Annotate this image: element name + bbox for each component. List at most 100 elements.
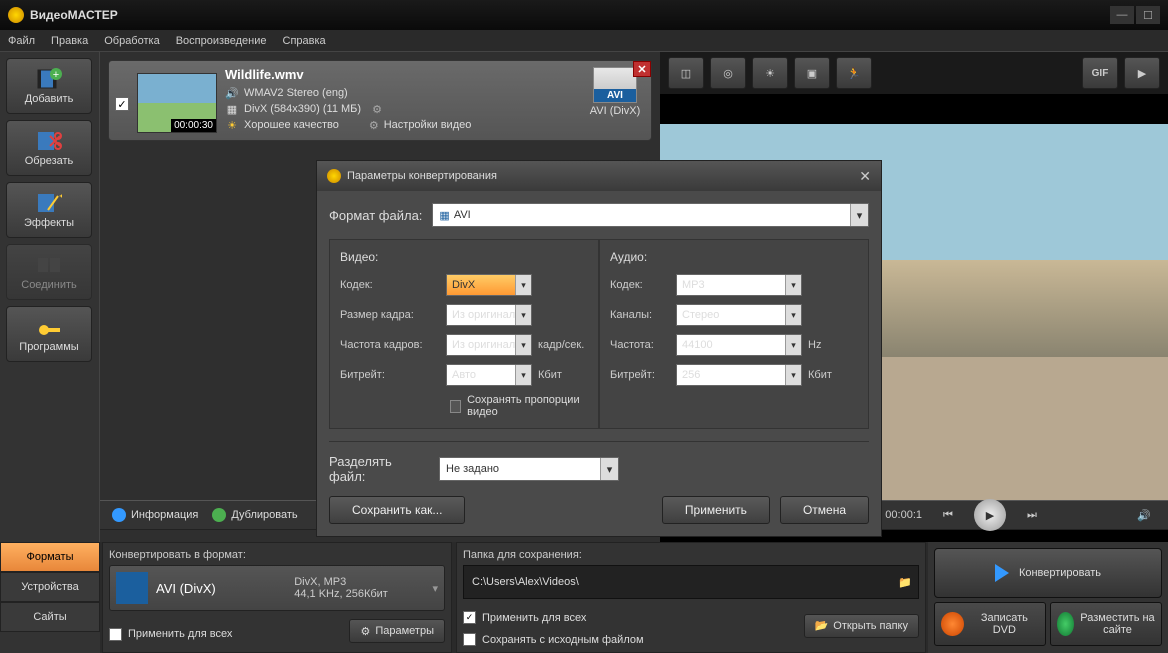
speed-icon[interactable]: 🏃	[836, 57, 872, 89]
audio-channels-select[interactable]: Стерео▾	[676, 304, 802, 326]
cancel-button[interactable]: Отмена	[780, 496, 869, 524]
file-checkbox[interactable]: ✓	[115, 97, 129, 111]
video-fps-select[interactable]: Из оригинала▾	[446, 334, 532, 356]
menu-edit[interactable]: Правка	[51, 35, 88, 47]
tab-devices[interactable]: Устройства	[0, 572, 100, 602]
chevron-down-icon: ▾	[850, 204, 868, 226]
volume-icon[interactable]: 🔊	[1132, 503, 1156, 527]
tab-sites[interactable]: Сайты	[0, 602, 100, 632]
format-selector[interactable]: AVI (DivX) DivX, MP3 44,1 KHz, 256Кбит ▾	[109, 565, 445, 611]
duplicate-button[interactable]: Дублировать	[212, 508, 297, 522]
action-section: Конвертировать Записать DVD Разместить н…	[928, 542, 1168, 653]
preview-toolbar: ◫ ◎ ☀ ▣ 🏃 GIF ▶	[660, 52, 1168, 94]
save-orig-checkbox[interactable]	[463, 633, 476, 646]
app-icon	[327, 169, 341, 183]
tab-formats[interactable]: Форматы	[0, 542, 100, 572]
file-row[interactable]: ✓ 00:00:30 Wildlife.wmv 🔊WMAV2 Stereo (e…	[108, 60, 652, 141]
export-icon[interactable]: ▶	[1124, 57, 1160, 89]
sun-icon: ☀	[225, 118, 239, 132]
speaker-icon: 🔊	[225, 86, 239, 100]
prev-button[interactable]: ⏮	[936, 503, 960, 527]
parameters-button[interactable]: ⚙Параметры	[349, 619, 445, 643]
video-bitrate-select[interactable]: Авто▾	[446, 364, 532, 386]
svg-text:✦: ✦	[58, 192, 62, 203]
time-display: 00:00:1	[885, 509, 922, 521]
maximize-button[interactable]: ☐	[1136, 6, 1160, 24]
dialog-titlebar[interactable]: Параметры конвертирования ✕	[317, 161, 881, 191]
format-select[interactable]: ▦AVI▾	[432, 203, 869, 227]
save-path-input[interactable]: C:\Users\Alex\Videos\ 📁	[463, 565, 919, 599]
sidebar-effects[interactable]: ✦ Эффекты	[6, 182, 92, 238]
chevron-down-icon: ▾	[785, 305, 801, 325]
svg-text:+: +	[53, 69, 59, 81]
folder-open-icon: 📂	[815, 619, 829, 632]
video-size-select[interactable]: Из оригинала▾	[446, 304, 532, 326]
video-settings-link[interactable]: Настройки видео	[384, 119, 472, 131]
menubar: Файл Правка Обработка Воспроизведение Сп…	[0, 30, 1168, 52]
gif-button[interactable]: GIF	[1082, 57, 1118, 89]
duplicate-icon	[212, 508, 226, 522]
apply-all-checkbox[interactable]	[109, 628, 122, 641]
save-section: Папка для сохранения: C:\Users\Alex\Vide…	[456, 542, 926, 653]
gear-icon[interactable]: ⚙	[372, 103, 382, 116]
chevron-down-icon: ▾	[515, 335, 531, 355]
apply-all-2-checkbox[interactable]: ✓	[463, 611, 476, 624]
video-codec-select[interactable]: DivX▾	[446, 274, 532, 296]
file-remove-button[interactable]: ✕	[633, 61, 651, 77]
sidebar-programs[interactable]: Программы	[6, 306, 92, 362]
output-format-icon[interactable]: AVI	[593, 67, 637, 103]
crop-icon[interactable]: ◫	[668, 57, 704, 89]
sidebar-join[interactable]: Соединить	[6, 244, 92, 300]
minimize-button[interactable]: —	[1110, 6, 1134, 24]
film-icon: ▦	[225, 102, 239, 116]
conversion-params-dialog: Параметры конвертирования ✕ Формат файла…	[316, 160, 882, 537]
app-icon	[8, 7, 24, 23]
convert-button[interactable]: Конвертировать	[934, 548, 1162, 598]
menu-process[interactable]: Обработка	[104, 35, 159, 47]
folder-icon[interactable]: 📁	[898, 576, 912, 589]
keep-aspect-checkbox[interactable]	[450, 400, 461, 413]
save-as-button[interactable]: Сохранить как...	[329, 496, 465, 524]
dialog-title: Параметры конвертирования	[347, 170, 497, 182]
info-button[interactable]: Информация	[112, 508, 198, 522]
burn-dvd-button[interactable]: Записать DVD	[934, 602, 1046, 646]
split-select[interactable]: Не задано▾	[439, 457, 619, 481]
key-icon	[35, 315, 63, 339]
enhance-icon[interactable]: ◎	[710, 57, 746, 89]
next-button[interactable]: ⏭	[1020, 503, 1044, 527]
chevron-down-icon: ▾	[515, 275, 531, 295]
play-button[interactable]: ▶	[974, 499, 1006, 531]
file-duration: 00:00:30	[171, 119, 216, 132]
play-icon	[995, 564, 1009, 582]
sidebar-add[interactable]: + Добавить	[6, 58, 92, 114]
wand-icon: ✦	[35, 191, 63, 215]
app-title: ВидеоМАСТЕР	[30, 8, 118, 22]
sidebar-trim[interactable]: Обрезать	[6, 120, 92, 176]
chevron-down-icon: ▾	[515, 365, 531, 385]
audio-freq-select[interactable]: 44100▾	[676, 334, 802, 356]
menu-help[interactable]: Справка	[283, 35, 326, 47]
chevron-down-icon: ▾	[515, 305, 531, 325]
audio-bitrate-select[interactable]: 256▾	[676, 364, 802, 386]
titlebar: ВидеоМАСТЕР — ☐	[0, 0, 1168, 30]
audio-codec-select[interactable]: MP3▾	[676, 274, 802, 296]
brightness-icon[interactable]: ☀	[752, 57, 788, 89]
menu-playback[interactable]: Воспроизведение	[176, 35, 267, 47]
chevron-down-icon: ▾	[432, 582, 438, 595]
menu-file[interactable]: Файл	[8, 35, 35, 47]
frame-icon[interactable]: ▣	[794, 57, 830, 89]
file-thumbnail[interactable]: 00:00:30	[137, 73, 217, 133]
chevron-down-icon: ▾	[785, 365, 801, 385]
chevron-down-icon: ▾	[785, 335, 801, 355]
globe-icon	[1057, 612, 1074, 636]
gear-icon: ⚙	[360, 625, 370, 638]
film-plus-icon: +	[35, 67, 63, 91]
upload-button[interactable]: Разместить на сайте	[1050, 602, 1162, 646]
dialog-close-button[interactable]: ✕	[859, 168, 871, 185]
file-title: Wildlife.wmv	[225, 67, 577, 82]
open-folder-button[interactable]: 📂Открыть папку	[804, 614, 919, 638]
chevron-down-icon: ▾	[785, 275, 801, 295]
gear-icon: ⚙	[369, 119, 379, 132]
split-label: Разделять файл:	[329, 454, 429, 484]
apply-button[interactable]: Применить	[662, 496, 770, 524]
